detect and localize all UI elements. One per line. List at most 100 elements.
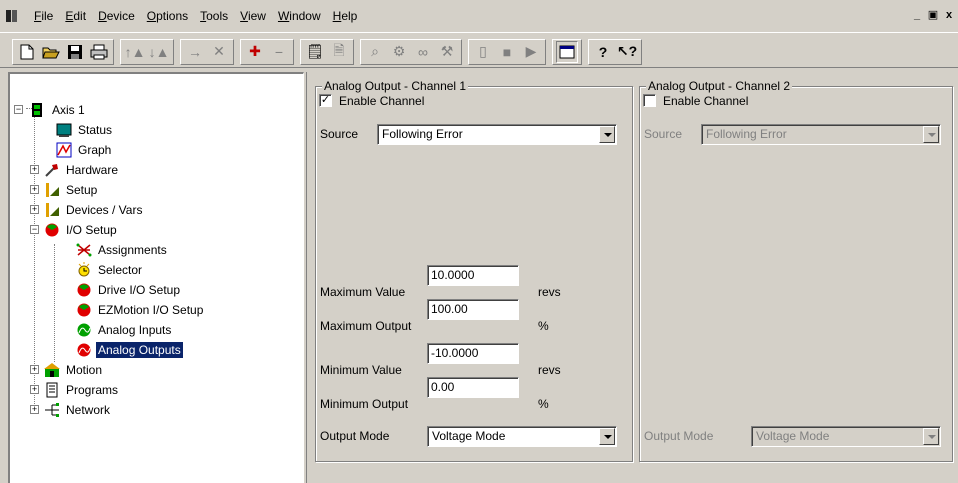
channel1-max-value-input[interactable]: 10.0000 <box>427 265 519 286</box>
menu-file[interactable]: File <box>28 9 59 23</box>
zoom-icon[interactable]: ⌕ <box>364 41 386 63</box>
assignments-icon <box>76 242 92 258</box>
new-icon[interactable] <box>16 41 38 63</box>
cut-icon[interactable]: ✕ <box>208 41 230 63</box>
channel1-min-value-text: -10.0000 <box>431 346 479 360</box>
import-icon[interactable]: → <box>184 41 206 63</box>
channel2-output-mode-value: Voltage Mode <box>756 429 830 443</box>
app-icon[interactable] <box>6 9 18 23</box>
tree-label: Analog Outputs <box>96 342 183 358</box>
context-help-icon[interactable]: ↖? <box>616 41 638 63</box>
chevron-down-icon[interactable] <box>599 428 615 445</box>
toolbar-transfer-group: ↑▲ ↓▲ <box>120 38 174 65</box>
channel1-source-select[interactable]: Following Error <box>377 124 617 145</box>
menu-tools[interactable]: Tools <box>194 9 234 23</box>
tree-item-devices-vars[interactable]: + Devices / Vars <box>30 200 144 220</box>
phone-icon[interactable]: ▯ <box>472 41 494 63</box>
tree-item-analog-outputs[interactable]: Analog Outputs <box>76 340 183 360</box>
tune-icon[interactable]: ⚒ <box>436 41 458 63</box>
menu-options[interactable]: Options <box>141 9 194 23</box>
close-button[interactable]: x <box>942 9 956 22</box>
tree-label: Assignments <box>98 243 167 257</box>
tree-item-analog-inputs[interactable]: Analog Inputs <box>76 320 173 340</box>
help-icon[interactable]: ? <box>592 41 614 63</box>
axis-icon <box>30 102 46 118</box>
tree-item-hardware[interactable]: + Hardware <box>30 160 120 180</box>
menu-help[interactable]: Help <box>327 9 364 23</box>
expand-icon[interactable]: + <box>30 365 39 374</box>
tree-item-selector[interactable]: Selector <box>76 260 144 280</box>
channel2-source-label: Source <box>644 127 683 141</box>
tools-icon[interactable]: ⚙ <box>388 41 410 63</box>
tree-item-assignments[interactable]: Assignments <box>76 240 169 260</box>
chevron-down-icon[interactable] <box>599 126 615 143</box>
tree-label: Status <box>78 123 113 137</box>
expand-icon[interactable]: + <box>30 405 39 414</box>
channel1-max-output-input[interactable]: 100.00 <box>427 299 519 320</box>
channel1-output-mode-select[interactable]: Voltage Mode <box>427 426 617 447</box>
chevron-down-icon[interactable] <box>923 126 939 143</box>
tree-item-network[interactable]: + Network <box>30 400 112 420</box>
tree-item-setup[interactable]: + Setup <box>30 180 99 200</box>
toolbar-tools-group: ⌕ ⚙ ∞ ⚒ <box>360 38 462 65</box>
run-icon[interactable]: ▶ <box>520 41 542 63</box>
channel1-group: Analog Output - Channel 1 ✓ Enable Chann… <box>315 79 633 462</box>
channel1-min-output-text: 0.00 <box>431 380 455 394</box>
channel2-source-value: Following Error <box>706 127 787 141</box>
channel1-enable-checkbox[interactable]: ✓ <box>319 94 332 107</box>
collapse-icon[interactable]: − <box>14 105 23 114</box>
tree-root-axis[interactable]: − Axis 1 <box>14 100 87 120</box>
chevron-down-icon[interactable] <box>923 428 939 445</box>
channel2-output-mode-select[interactable]: Voltage Mode <box>751 426 941 447</box>
tree-item-programs[interactable]: + Programs <box>30 380 120 400</box>
collapse-icon[interactable]: − <box>30 225 39 234</box>
menu-window[interactable]: Window <box>272 9 327 23</box>
expand-icon[interactable]: + <box>30 205 39 214</box>
expand-icon[interactable]: + <box>30 385 39 394</box>
minimize-button[interactable]: _ <box>910 9 924 22</box>
channel1-max-value-label: Maximum Value <box>320 285 406 299</box>
ezmotion-io-icon <box>76 302 92 318</box>
expand-icon[interactable]: + <box>30 185 39 194</box>
stop-icon[interactable]: ■ <box>496 41 518 63</box>
hardware-icon <box>44 162 60 178</box>
tree-item-ezmotion-io-setup[interactable]: EZMotion I/O Setup <box>76 300 205 320</box>
watch-icon[interactable]: ∞ <box>412 41 434 63</box>
remove-axis-icon[interactable]: − <box>268 41 290 63</box>
channel2-enable-checkbox[interactable] <box>643 94 656 107</box>
toolbar-window-group <box>552 38 582 65</box>
tree-item-graph[interactable]: Graph <box>56 140 113 160</box>
menu-edit[interactable]: Edit <box>59 9 92 23</box>
tree-item-motion[interactable]: + Motion <box>30 360 104 380</box>
channel1-min-output-input[interactable]: 0.00 <box>427 377 519 398</box>
menu-device[interactable]: Device <box>92 9 141 23</box>
download-icon[interactable]: ↓▲ <box>148 41 170 63</box>
restore-button[interactable]: ▣ <box>926 9 940 22</box>
tree-label: Drive I/O Setup <box>98 283 181 297</box>
channel1-enable-label: Enable Channel <box>339 94 425 108</box>
save-icon[interactable] <box>64 41 86 63</box>
expand-icon[interactable]: + <box>30 165 39 174</box>
tree-item-drive-io-setup[interactable]: Drive I/O Setup <box>76 280 182 300</box>
print-icon[interactable] <box>88 41 110 63</box>
navigation-tree: − Axis 1 Status Graph + Hardware + Setup <box>8 72 304 483</box>
devices-icon <box>44 202 60 218</box>
open-icon[interactable] <box>40 41 62 63</box>
network-icon <box>44 402 60 418</box>
tree-item-status[interactable]: Status <box>56 120 114 140</box>
properties-icon[interactable]: 🗒 <box>304 41 326 63</box>
channel2-source-select[interactable]: Following Error <box>701 124 941 145</box>
status-icon <box>56 122 72 138</box>
add-axis-icon[interactable]: ✚ <box>244 41 266 63</box>
programs-icon <box>44 382 60 398</box>
channel1-min-value-input[interactable]: -10.0000 <box>427 343 519 364</box>
window-icon[interactable] <box>556 40 578 63</box>
program-icon[interactable]: 🗎 <box>328 41 350 63</box>
upload-icon[interactable]: ↑▲ <box>124 41 146 63</box>
tree-label: Devices / Vars <box>66 203 143 217</box>
channel1-min-output-label: Minimum Output <box>320 397 409 411</box>
tree-item-io-setup[interactable]: − I/O Setup <box>30 220 119 240</box>
menu-view[interactable]: View <box>234 9 272 23</box>
tree-label: EZMotion I/O Setup <box>98 303 204 317</box>
toolbar-help-group: ? ↖? <box>588 38 642 65</box>
